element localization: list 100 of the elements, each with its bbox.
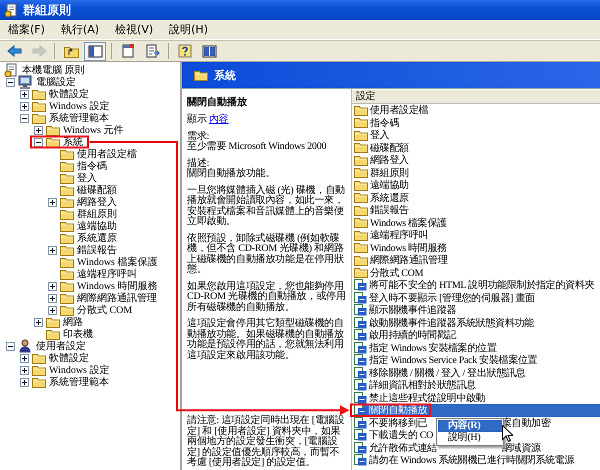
tree-item[interactable]: 使用者設定檔	[60, 147, 139, 161]
list-item[interactable]: 顯示關機事件追蹤器	[354, 304, 456, 316]
list-item[interactable]: 啟用持續的時間戳記	[354, 329, 456, 342]
tree-item[interactable]: 網際網路通訊管理	[60, 291, 159, 305]
collapse-toggle[interactable]	[6, 78, 15, 86]
tree-item[interactable]: Windows 檔案保護	[60, 255, 160, 269]
expand-toggle[interactable]	[20, 90, 29, 98]
expand-toggle[interactable]	[34, 126, 43, 134]
list-item[interactable]: 啟動關機事件追蹤器系統狀態資料功能	[354, 316, 534, 329]
tree-item[interactable]: 軟體設定	[32, 351, 91, 365]
expand-toggle[interactable]	[48, 198, 57, 206]
list-item[interactable]: 移除關機 / 關機 / 登入 / 登出狀態訊息	[354, 366, 526, 379]
list-item[interactable]: 登入時不要顯示 [管理您的伺服器] 畫面	[354, 292, 535, 304]
tree-item[interactable]: 使用者設定	[18, 339, 88, 353]
list-item[interactable]: 網路登入	[354, 154, 409, 166]
list-item[interactable]: 詳細資訊相對於狀態訊息	[354, 379, 476, 392]
expand-toggle[interactable]	[48, 306, 57, 314]
tree-item[interactable]: 群組原則	[60, 207, 119, 221]
collapse-toggle[interactable]	[20, 114, 29, 122]
expand-toggle[interactable]	[48, 246, 57, 254]
tree-item[interactable]: 分散式 COM	[60, 303, 134, 317]
content-link[interactable]: 內容	[208, 114, 229, 125]
menu-item[interactable]: 檔案(F)	[2, 21, 51, 38]
folder-icon	[354, 192, 368, 204]
list-item[interactable]: 登入	[354, 129, 390, 142]
list-item[interactable]: 群組原則	[354, 166, 409, 179]
folder-icon	[354, 204, 368, 216]
folder-icon	[354, 254, 368, 266]
menu-item[interactable]: 內容(R)	[438, 420, 502, 432]
folder-icon	[60, 268, 74, 280]
list-item[interactable]: 不要將移到已	[354, 416, 428, 429]
list-item[interactable]: 將可能不安全的 HTML 說明功能限制於指定的資料夾	[354, 279, 594, 292]
tree-item[interactable]: 登入	[60, 171, 99, 185]
list-item[interactable]: 分散式 COM	[354, 266, 424, 279]
annotation-frame	[30, 136, 89, 148]
collapse-toggle[interactable]	[34, 138, 43, 146]
folder-icon	[354, 267, 368, 278]
expand-toggle[interactable]	[20, 102, 29, 110]
tree-item[interactable]: 遠端協助	[60, 219, 119, 233]
expand-toggle[interactable]	[48, 294, 57, 302]
setting-icon	[354, 329, 367, 342]
show-tree-button[interactable]	[84, 42, 106, 60]
policy-icon	[4, 3, 19, 17]
list-item[interactable]: 請勿在 Windows 系統關機已進行時關閉系統電源	[354, 454, 574, 466]
list-item[interactable]: 遠端程序呼叫	[354, 229, 428, 242]
tree-item[interactable]: 系統還原	[60, 231, 119, 245]
plus-icon	[50, 308, 55, 312]
list-item[interactable]: 指令碼	[354, 116, 400, 129]
list-item[interactable]: 網際網路通訊管理	[354, 254, 448, 266]
tree-item[interactable]: Windows 設定	[32, 99, 112, 113]
setting-icon	[354, 316, 367, 329]
folder-icon	[354, 242, 368, 254]
tree-item[interactable]: 磁碟配額	[60, 183, 119, 197]
tree-item[interactable]: 網路登入	[60, 195, 119, 209]
tree-item[interactable]: 遠端程序呼叫	[60, 267, 139, 281]
panes-icon	[86, 43, 104, 59]
list-item[interactable]: 系統還原	[354, 192, 409, 204]
list-item[interactable]: 禁止這些程式從說明中啟動	[354, 392, 486, 404]
tree-item[interactable]: Windows 設定	[32, 363, 112, 377]
list-item[interactable]: 下載遺失的 CO	[354, 429, 433, 442]
expand-toggle[interactable]	[34, 318, 43, 326]
folder-icon	[46, 124, 60, 136]
setting-icon	[354, 279, 367, 292]
folder-icon	[60, 160, 74, 172]
list-item[interactable]: Windows 時間服務	[354, 242, 447, 254]
plus-icon	[50, 248, 55, 252]
tree-item[interactable]: 軟體設定	[32, 87, 91, 101]
expand-toggle[interactable]	[20, 378, 29, 386]
menu-item[interactable]: 說明(H)	[163, 21, 214, 38]
expand-toggle[interactable]	[20, 354, 29, 362]
menu-item[interactable]: 檢視(V)	[109, 21, 160, 38]
tree-item[interactable]: 電腦設定	[18, 75, 78, 89]
tree-item[interactable]: 指令碼	[60, 159, 109, 173]
tree-item[interactable]: 本機電腦 原則	[4, 63, 86, 77]
list-item[interactable]: 錯誤報告	[354, 204, 409, 216]
menu-item[interactable]: 執行(A)	[54, 21, 106, 38]
description-text: 依照預設，卸除式磁碟機 (例如軟碟機，但不含 CD-ROM 光碟機) 和網路上磁碟機的自動播放功能是在停用狀態。	[187, 234, 345, 276]
list-item[interactable]: Windows 檔案保護	[354, 216, 447, 229]
expand-toggle[interactable]	[20, 366, 29, 374]
plus-icon	[22, 380, 27, 384]
column-header[interactable]: 設定	[352, 90, 600, 104]
list-item[interactable]: 指定 Windows 安裝檔案的位置	[354, 342, 497, 354]
list-item[interactable]: 使用者設定檔	[354, 104, 428, 116]
tree-item[interactable]: 系統管理範本	[32, 375, 111, 389]
list-item[interactable]: 允許散佈式連結	[354, 442, 437, 454]
expand-toggle[interactable]	[48, 282, 57, 290]
menu-item[interactable]: 說明(H)	[438, 432, 502, 444]
collapse-toggle[interactable]	[6, 342, 15, 350]
list-item[interactable]: 磁碟配額	[354, 142, 409, 154]
tree-item[interactable]: 印表機	[46, 327, 95, 341]
list-item[interactable]: 指定 Windows Service Pack 安裝檔案位置	[354, 354, 538, 366]
folder-icon	[60, 280, 74, 292]
folder-icon	[32, 112, 46, 124]
list-item-text: 網域資源	[502, 442, 541, 454]
tree-item[interactable]: Windows 時間服務	[60, 279, 160, 293]
tree-item[interactable]: 系統管理範本	[32, 111, 111, 125]
tree-item[interactable]: 網路	[46, 315, 85, 329]
list-item[interactable]: 遠端協助	[354, 179, 409, 192]
tree-item[interactable]: Windows 元件	[46, 123, 126, 137]
tree-item[interactable]: 錯誤報告	[60, 243, 119, 257]
